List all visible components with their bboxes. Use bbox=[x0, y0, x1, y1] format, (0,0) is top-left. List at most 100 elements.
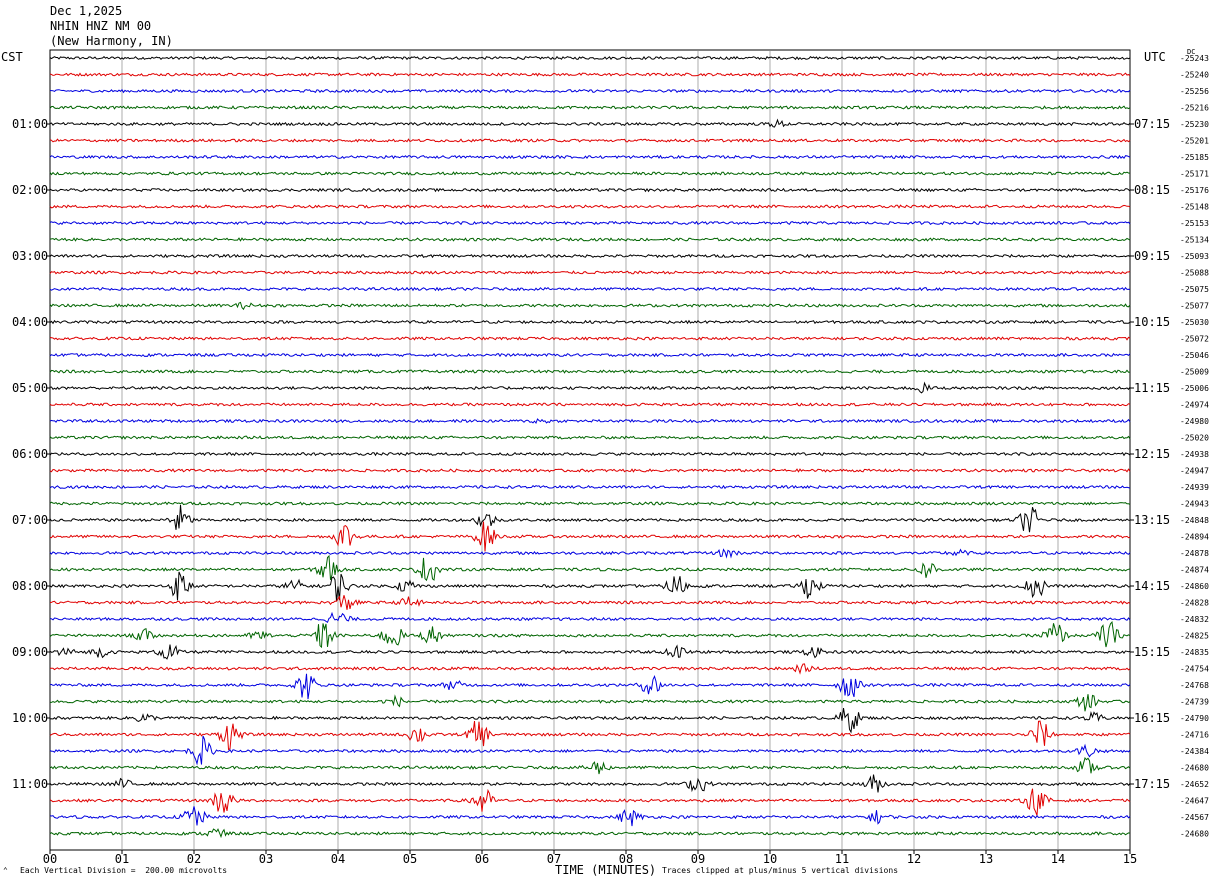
left-hour-label: 06:00 bbox=[12, 447, 48, 461]
seismic-trace bbox=[49, 105, 1131, 110]
dc-offset-value: -25185 bbox=[1180, 153, 1209, 162]
seismic-trace bbox=[49, 451, 1131, 457]
right-hour-label: 07:15 bbox=[1134, 117, 1170, 131]
left-hour-label: 07:00 bbox=[12, 513, 48, 527]
seismic-trace bbox=[49, 504, 1131, 533]
dc-offset-value: -24384 bbox=[1180, 747, 1209, 756]
seismic-trace bbox=[49, 253, 1131, 259]
right-hour-label: 08:15 bbox=[1134, 183, 1170, 197]
x-tick-label: 09 bbox=[691, 852, 705, 866]
dc-offset-value: -24680 bbox=[1180, 764, 1209, 773]
dc-offset-value: -25072 bbox=[1180, 335, 1209, 344]
seismic-trace bbox=[49, 548, 1131, 559]
seismic-trace bbox=[49, 270, 1131, 275]
dc-offset-value: -25006 bbox=[1180, 384, 1209, 393]
right-hour-label: 17:15 bbox=[1134, 777, 1170, 791]
dc-offset-value: -25230 bbox=[1180, 120, 1209, 129]
x-tick-label: 12 bbox=[907, 852, 921, 866]
dc-offset-value: -24874 bbox=[1180, 566, 1209, 575]
dc-offset-value: -25201 bbox=[1180, 137, 1209, 146]
dc-offset-value: -24790 bbox=[1180, 714, 1209, 723]
dc-offset-value: -25240 bbox=[1180, 71, 1209, 80]
left-hour-label: 01:00 bbox=[12, 117, 48, 131]
seismic-trace bbox=[49, 468, 1131, 473]
div-scale-icon: ⌃ bbox=[3, 866, 8, 875]
seismic-trace bbox=[49, 571, 1130, 602]
left-hour-label: 02:00 bbox=[12, 183, 48, 197]
seismic-trace bbox=[49, 673, 1131, 700]
dc-offset-value: -25216 bbox=[1180, 104, 1209, 113]
x-tick-label: 01 bbox=[115, 852, 129, 866]
left-hour-label: 05:00 bbox=[12, 381, 48, 395]
dc-offset-value: -25148 bbox=[1180, 203, 1209, 212]
dc-offset-value: -24939 bbox=[1180, 483, 1209, 492]
left-hour-label: 09:00 bbox=[12, 645, 48, 659]
dc-offset-value: -25009 bbox=[1180, 368, 1209, 377]
seismic-trace bbox=[49, 204, 1131, 209]
dc-offset-value: -24835 bbox=[1180, 648, 1209, 657]
seismic-trace bbox=[49, 336, 1131, 341]
dc-offset-value: -24680 bbox=[1180, 830, 1209, 839]
seismic-trace bbox=[49, 644, 1131, 660]
dc-offset-value: -24768 bbox=[1180, 681, 1209, 690]
left-hour-label: 04:00 bbox=[12, 315, 48, 329]
right-hour-label: 12:15 bbox=[1134, 447, 1170, 461]
seismic-trace bbox=[49, 595, 1131, 610]
x-tick-label: 04 bbox=[331, 852, 345, 866]
seismic-trace bbox=[49, 187, 1131, 193]
dc-offset-value: -24848 bbox=[1180, 516, 1209, 525]
left-hour-label: 03:00 bbox=[12, 249, 48, 263]
dc-offset-value: -25256 bbox=[1180, 87, 1209, 96]
seismic-trace bbox=[49, 735, 1131, 766]
dc-offset-value: -25093 bbox=[1180, 252, 1209, 261]
seismic-trace bbox=[49, 154, 1131, 160]
dc-offset-value: -25171 bbox=[1180, 170, 1209, 179]
seismic-trace bbox=[49, 774, 1131, 793]
right-hour-label: 14:15 bbox=[1134, 579, 1170, 593]
seismic-trace bbox=[49, 756, 1131, 775]
left-hour-label: 08:00 bbox=[12, 579, 48, 593]
x-tick-label: 06 bbox=[475, 852, 489, 866]
dc-offset-value: -24980 bbox=[1180, 417, 1209, 426]
seismic-trace bbox=[49, 72, 1131, 77]
seismic-trace bbox=[49, 138, 1131, 143]
seismic-trace bbox=[49, 55, 1131, 61]
dc-offset-value: -24754 bbox=[1180, 665, 1209, 674]
dc-offset-value: -24860 bbox=[1180, 582, 1209, 591]
dc-offset-value: -24652 bbox=[1180, 780, 1209, 789]
right-hour-label: 15:15 bbox=[1134, 645, 1170, 659]
x-tick-label: 05 bbox=[403, 852, 417, 866]
dc-offset-value: -25176 bbox=[1180, 186, 1209, 195]
dc-offset-value: -25077 bbox=[1180, 302, 1209, 311]
x-tick-label: 00 bbox=[43, 852, 57, 866]
seismic-trace bbox=[49, 369, 1131, 374]
dc-offset-value: -24647 bbox=[1180, 797, 1209, 806]
seismic-trace bbox=[49, 118, 1131, 128]
seismic-trace bbox=[49, 301, 1131, 311]
dc-offset-value: -25243 bbox=[1180, 54, 1209, 63]
x-tick-label: 13 bbox=[979, 852, 993, 866]
vertical-division-note: Each Vertical Division = 200.00 microvol… bbox=[20, 866, 228, 875]
dc-offset-value: -25046 bbox=[1180, 351, 1209, 360]
dc-offset-value: -25153 bbox=[1180, 219, 1209, 228]
seismic-trace bbox=[49, 521, 1131, 552]
x-tick-label: 10 bbox=[763, 852, 777, 866]
seismic-trace bbox=[49, 788, 1131, 816]
dc-offset-value: -24739 bbox=[1180, 698, 1209, 707]
seismic-trace bbox=[49, 554, 1131, 582]
seismic-trace bbox=[49, 352, 1131, 358]
seismic-trace bbox=[49, 402, 1131, 407]
dc-offset-value: -24947 bbox=[1180, 467, 1209, 476]
seismic-trace bbox=[49, 611, 1131, 624]
dc-offset-value: -24567 bbox=[1180, 813, 1209, 822]
dc-offset-value: -24878 bbox=[1180, 549, 1209, 558]
left-hour-label: 10:00 bbox=[12, 711, 48, 725]
clip-note: Traces clipped at plus/minus 5 vertical … bbox=[662, 866, 899, 875]
x-tick-label: 15 bbox=[1123, 852, 1137, 866]
seismic-trace bbox=[49, 286, 1131, 292]
seismic-trace bbox=[49, 708, 1131, 734]
plot-frame bbox=[49, 49, 1131, 851]
dc-offset-value: -24894 bbox=[1180, 533, 1209, 542]
seismic-trace bbox=[49, 381, 1131, 394]
seismic-trace bbox=[49, 501, 1131, 506]
